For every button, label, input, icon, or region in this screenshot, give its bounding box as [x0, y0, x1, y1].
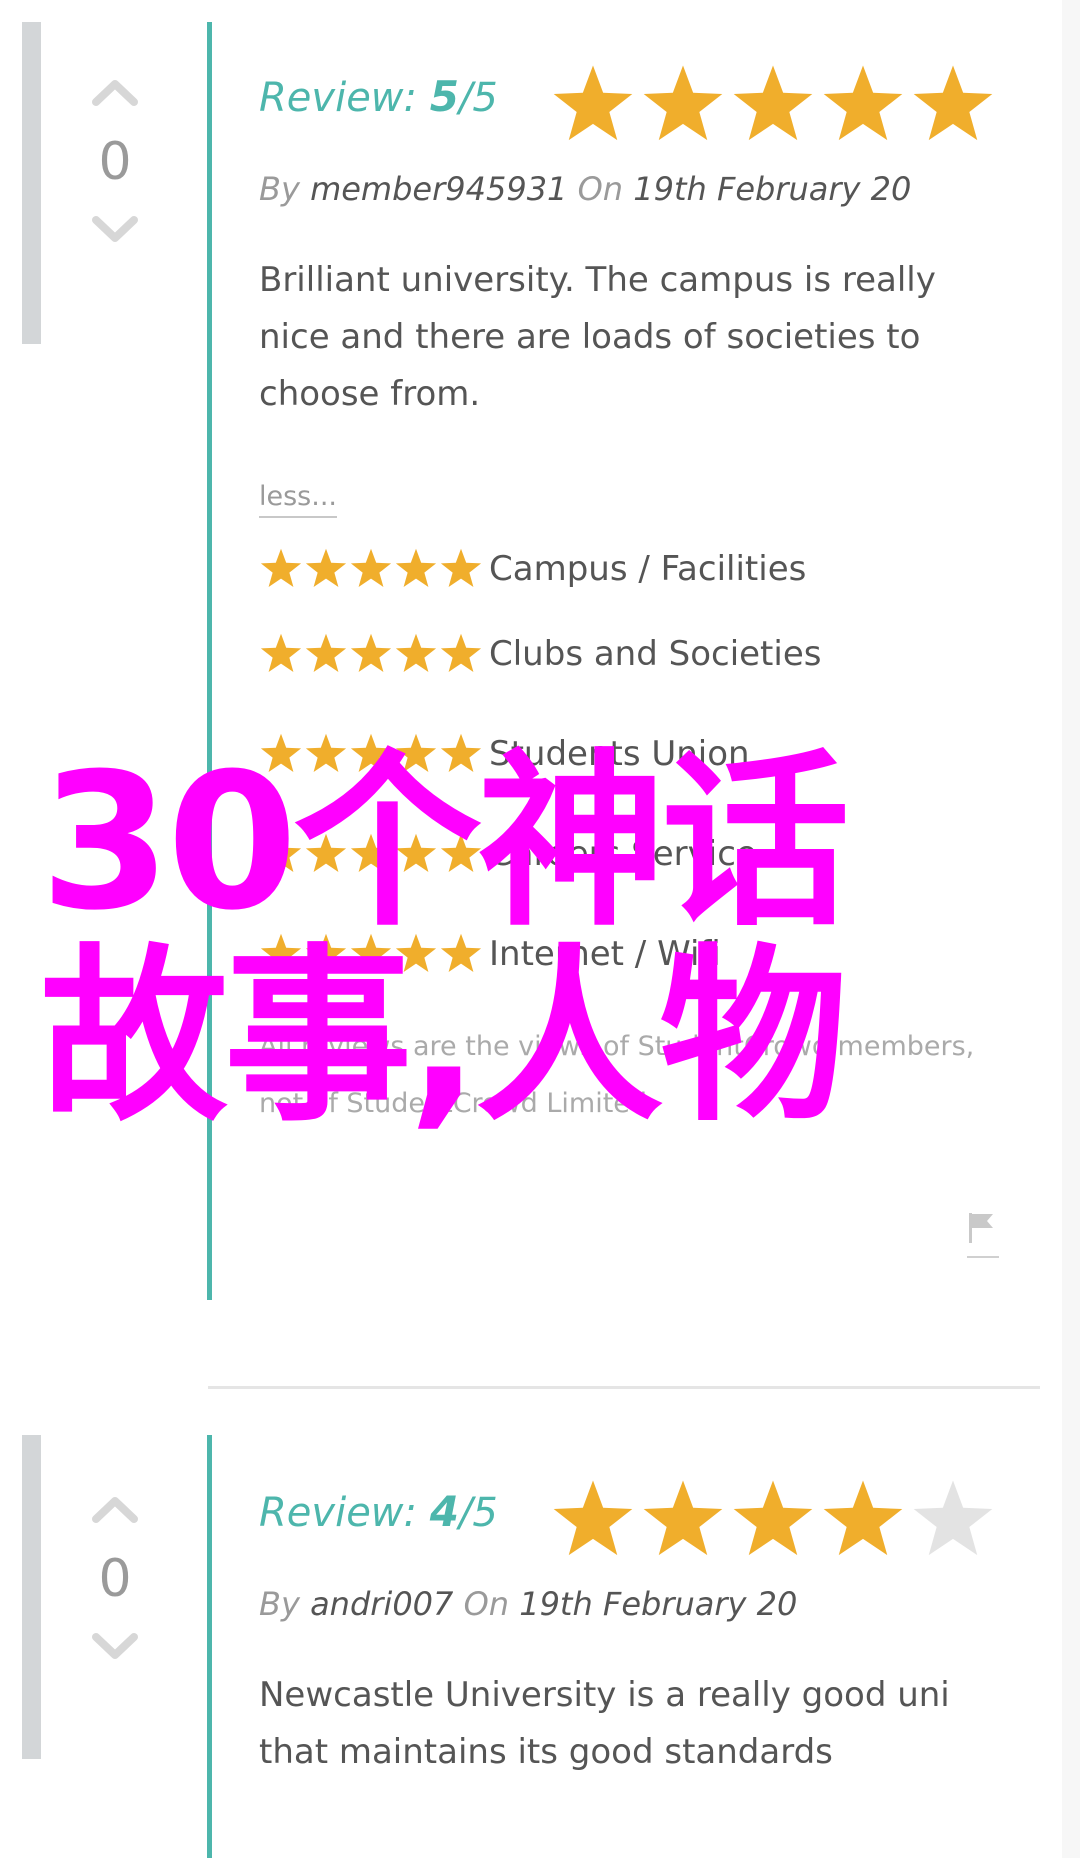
category-label: Students Union: [489, 734, 750, 774]
category-stars: [259, 732, 485, 776]
review-score: Review: 5/5: [259, 72, 498, 121]
vote-count: 0: [98, 132, 132, 192]
by-label: By: [259, 1585, 300, 1623]
review-content: Review: 4/5 By andri007 On 19th February…: [259, 1477, 999, 1781]
star-filled-icon: [260, 548, 302, 587]
review-divider: [208, 1386, 1040, 1389]
star-filled-icon: [395, 933, 437, 972]
by-label: By: [259, 170, 300, 208]
star-filled-icon: [553, 65, 633, 141]
category-row: Careers Service: [259, 804, 999, 904]
vote-widget: 0: [75, 78, 155, 244]
category-stars: [259, 547, 485, 591]
chevron-up-icon[interactable]: [92, 1495, 138, 1523]
star-filled-icon: [733, 1480, 813, 1556]
review-date: 19th February 20: [633, 170, 912, 208]
category-label: Clubs and Societies: [489, 634, 822, 674]
star-filled-icon: [350, 548, 392, 587]
star-filled-icon: [395, 833, 437, 872]
star-filled-icon: [823, 1480, 903, 1556]
star-filled-icon: [440, 733, 482, 772]
on-label: On: [463, 1585, 510, 1623]
overall-rating: [550, 1477, 996, 1563]
category-row: Clubs and Societies: [259, 604, 999, 704]
category-row: Campus / Facilities: [259, 534, 999, 604]
less-link[interactable]: less...: [259, 481, 337, 518]
star-filled-icon: [350, 633, 392, 672]
score-max: /5: [458, 75, 498, 121]
vote-bar: [22, 22, 41, 344]
score-max: /5: [458, 1490, 498, 1536]
category-ratings: Campus / Facilities Clubs and Societies …: [259, 534, 999, 1004]
category-label: Careers Service: [489, 834, 757, 874]
review-text: Brilliant university. The campus is real…: [259, 260, 936, 414]
disclaimer: All reviews are the views of StudentCrow…: [259, 1031, 975, 1119]
star-filled-icon: [350, 733, 392, 772]
score-value: 4: [429, 1487, 459, 1536]
star-filled-icon: [643, 65, 723, 141]
review-score: Review: 4/5: [259, 1487, 498, 1536]
star-filled-icon: [350, 833, 392, 872]
star-filled-icon: [395, 548, 437, 587]
star-filled-icon: [260, 933, 302, 972]
star-filled-icon: [305, 833, 347, 872]
review-accent-line: [207, 1435, 212, 1858]
star-filled-icon: [305, 548, 347, 587]
star-filled-icon: [440, 833, 482, 872]
review-card: 0 Review: 4/5 By andri007 On 19th Februa…: [0, 1435, 1060, 1858]
star-filled-icon: [260, 633, 302, 672]
vote-count: 0: [98, 1549, 132, 1609]
star-filled-icon: [395, 633, 437, 672]
star-filled-icon: [733, 65, 813, 141]
review-byline: By andri007 On 19th February 20: [259, 1585, 999, 1623]
chevron-down-icon[interactable]: [92, 1633, 138, 1661]
chevron-up-icon[interactable]: [92, 78, 138, 106]
review-text: Newcastle University is a really good un…: [259, 1675, 950, 1772]
star-filled-icon: [823, 65, 903, 141]
review-content: Review: 5/5 By member945931 On 19th Febr…: [259, 62, 999, 1132]
star-filled-icon: [440, 933, 482, 972]
star-filled-icon: [260, 833, 302, 872]
author-name[interactable]: andri007: [310, 1585, 453, 1623]
category-stars: [259, 832, 485, 876]
category-label: Internet / Wifi: [489, 934, 721, 974]
star-filled-icon: [305, 633, 347, 672]
review-header: Review: 4/5: [259, 1477, 999, 1567]
star-filled-icon: [260, 733, 302, 772]
vote-bar: [22, 1435, 41, 1759]
category-label: Campus / Facilities: [489, 549, 807, 589]
review-label: Review:: [259, 1490, 417, 1536]
right-gutter: [1062, 0, 1080, 1858]
star-filled-icon: [305, 733, 347, 772]
star-filled-icon: [305, 933, 347, 972]
category-stars: [259, 632, 485, 676]
star-filled-icon: [643, 1480, 723, 1556]
score-value: 5: [429, 72, 459, 121]
review-byline: By member945931 On 19th February 20: [259, 170, 999, 208]
overall-rating: [550, 62, 996, 148]
category-stars: [259, 932, 485, 976]
review-header: Review: 5/5: [259, 62, 999, 152]
author-name[interactable]: member945931: [310, 170, 567, 208]
report-button[interactable]: [967, 1212, 999, 1258]
review-label: Review:: [259, 75, 417, 121]
star-filled-icon: [395, 733, 437, 772]
review-accent-line: [207, 22, 212, 1300]
star-filled-icon: [553, 1480, 633, 1556]
review-card: 0 Review: 5/5 By member945931 On 19th Fe…: [0, 0, 1060, 1320]
on-label: On: [577, 170, 624, 208]
chevron-down-icon[interactable]: [92, 216, 138, 244]
star-filled-icon: [913, 65, 993, 141]
review-date: 19th February 20: [519, 1585, 798, 1623]
category-row: Internet / Wifi: [259, 904, 999, 1004]
star-empty-icon: [913, 1480, 993, 1556]
star-filled-icon: [350, 933, 392, 972]
star-filled-icon: [440, 548, 482, 587]
vote-widget: 0: [75, 1495, 155, 1661]
flag-icon: [969, 1213, 993, 1243]
category-row: Students Union: [259, 704, 999, 804]
star-filled-icon: [440, 633, 482, 672]
